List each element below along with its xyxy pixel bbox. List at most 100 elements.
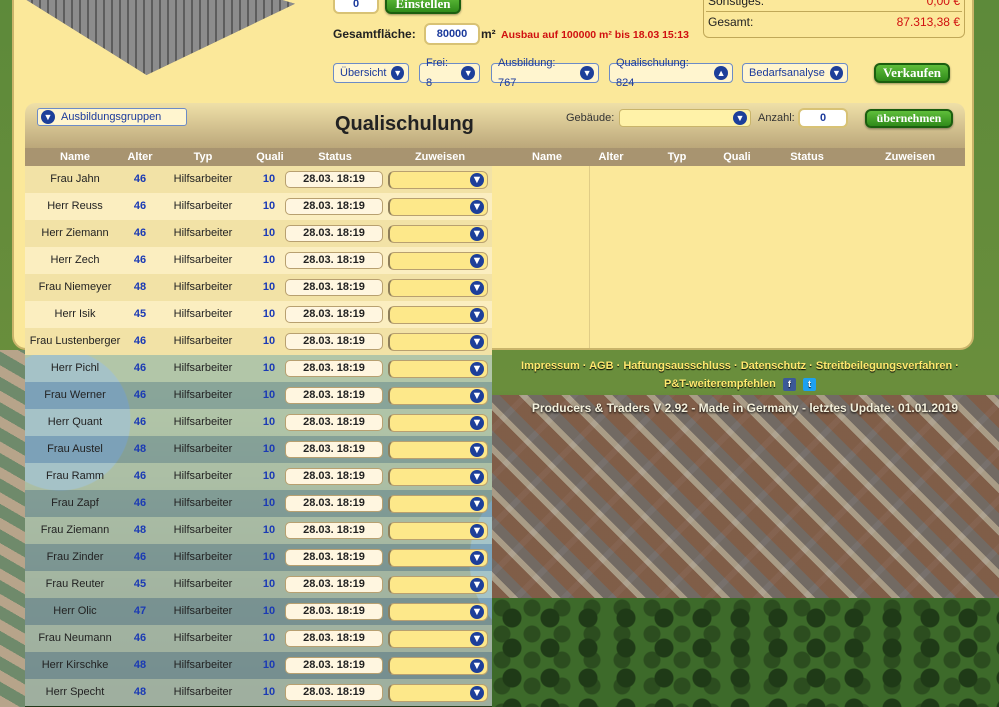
employee-age: 45 xyxy=(133,578,147,590)
tab-label: Frei: 8 xyxy=(426,57,448,89)
tab-label: Qualischulung: 824 xyxy=(616,57,689,89)
employee-name: Frau Ramm xyxy=(45,470,105,482)
tab-label: Bedarfsanalyse xyxy=(749,67,825,79)
zuweisen-select[interactable]: ▼ xyxy=(388,684,488,702)
footer-link-streitbeilegung[interactable]: Streitbeilegungsverfahren xyxy=(816,360,952,372)
zuweisen-select[interactable]: ▼ xyxy=(388,522,488,540)
chevron-down-icon: ▼ xyxy=(580,66,594,80)
chevron-down-icon: ▼ xyxy=(470,254,484,268)
status-badge: 28.03. 18:19 xyxy=(285,306,383,323)
zuweisen-select[interactable]: ▼ xyxy=(388,252,488,270)
employee-type: Hilfsarbeiter xyxy=(173,254,233,266)
unit-label: m² xyxy=(481,27,496,41)
chevron-down-icon: ▼ xyxy=(391,66,404,80)
zuweisen-select[interactable]: ▼ xyxy=(388,603,488,621)
footer-link-haftungsausschluss[interactable]: Haftungsausschluss xyxy=(623,360,731,372)
summary-label: Gesamt: xyxy=(708,15,754,29)
tab-qualischulung[interactable]: Qualischulung: 824 ▲ xyxy=(609,57,733,89)
col-status: Status xyxy=(318,151,352,163)
zuweisen-select[interactable]: ▼ xyxy=(388,630,488,648)
status-badge: 28.03. 18:19 xyxy=(285,657,383,674)
employee-type: Hilfsarbeiter xyxy=(173,389,233,401)
background-city xyxy=(492,395,999,600)
employee-age: 46 xyxy=(133,173,147,185)
zuweisen-select[interactable]: ▼ xyxy=(388,360,488,378)
status-badge: 28.03. 18:19 xyxy=(285,252,383,269)
employee-age: 48 xyxy=(133,686,147,698)
zuweisen-select[interactable]: ▼ xyxy=(388,549,488,567)
tab-frei[interactable]: Frei: 8 ▼ xyxy=(419,57,480,89)
zuweisen-select[interactable]: ▼ xyxy=(388,441,488,459)
employee-name: Herr Olic xyxy=(53,605,97,617)
employee-name: Frau Zapf xyxy=(51,497,99,509)
col-alter-right: Alter xyxy=(598,151,624,163)
footer-link-agb[interactable]: AGB xyxy=(589,360,613,372)
gebaeude-select[interactable]: ▼ xyxy=(619,109,751,127)
table-row: Herr Kirschke 48 Hilfsarbeiter 10 28.03. 18:… xyxy=(25,652,492,679)
zuweisen-select[interactable]: ▼ xyxy=(388,576,488,594)
zuweisen-select[interactable]: ▼ xyxy=(388,333,488,351)
employee-name: Frau Austel xyxy=(47,443,103,455)
employee-name: Frau Werner xyxy=(44,389,106,401)
zuweisen-select[interactable]: ▼ xyxy=(388,468,488,486)
uebernehmen-button[interactable]: übernehmen xyxy=(865,109,953,128)
footer-link-datenschutz[interactable]: Datenschutz xyxy=(741,360,806,372)
chevron-down-icon: ▼ xyxy=(41,110,55,124)
status-badge: 28.03. 18:19 xyxy=(285,360,383,377)
ausbildungsgruppen-button[interactable]: ▼ Ausbildungsgruppen xyxy=(37,108,187,126)
zuweisen-select[interactable]: ▼ xyxy=(388,414,488,432)
employee-quali: 10 xyxy=(262,659,276,671)
summary-label: Sonstiges: xyxy=(708,0,765,8)
employee-name: Herr Pichl xyxy=(50,362,100,374)
employee-type: Hilfsarbeiter xyxy=(173,686,233,698)
summary-value: 0,00 € xyxy=(926,0,960,8)
status-badge: 28.03. 18:19 xyxy=(285,684,383,701)
anzahl-input[interactable]: 0 xyxy=(798,108,848,128)
employee-name: Frau Jahn xyxy=(50,173,100,185)
employee-quali: 10 xyxy=(262,470,276,482)
zuweisen-select[interactable]: ▼ xyxy=(388,387,488,405)
tab-bedarfsanalyse[interactable]: Bedarfsanalyse ▼ xyxy=(742,63,848,83)
employee-quali: 10 xyxy=(262,200,276,212)
zuweisen-select[interactable]: ▼ xyxy=(388,495,488,513)
zuweisen-select[interactable]: ▼ xyxy=(388,657,488,675)
employee-age: 46 xyxy=(133,551,147,563)
employee-quali: 10 xyxy=(262,416,276,428)
zuweisen-select[interactable]: ▼ xyxy=(388,225,488,243)
chevron-down-icon: ▼ xyxy=(470,632,484,646)
employee-age: 46 xyxy=(133,335,147,347)
employee-type: Hilfsarbeiter xyxy=(173,173,233,185)
verkaufen-button[interactable]: Verkaufen xyxy=(874,63,950,83)
employee-quali: 10 xyxy=(262,524,276,536)
status-badge: 28.03. 18:19 xyxy=(285,225,383,242)
status-badge: 28.03. 18:19 xyxy=(285,387,383,404)
twitter-icon[interactable]: t xyxy=(802,377,816,391)
table-row: Frau Ziemann 48 Hilfsarbeiter 10 28.03. 18:1… xyxy=(25,517,492,544)
col-name-right: Name xyxy=(532,151,562,163)
employee-table: Frau Jahn 46 Hilfsarbeiter 10 28.03. 18:19 ▼ H… xyxy=(25,166,492,706)
employee-quali: 10 xyxy=(262,362,276,374)
footer-link-weiterempfehlen[interactable]: P&T-weiterempfehlen xyxy=(664,378,776,390)
zuweisen-select[interactable]: ▼ xyxy=(388,279,488,297)
summary-value: 87.313,38 € xyxy=(896,15,960,29)
tab-ausbildung[interactable]: Ausbildung: 767 ▼ xyxy=(491,57,599,89)
footer-link-impressum[interactable]: Impressum xyxy=(521,360,580,372)
chevron-down-icon: ▼ xyxy=(470,173,484,187)
column-header: Name Alter Typ Quali Status Zuweisen Nam… xyxy=(25,148,965,166)
amount-input[interactable]: 0 xyxy=(333,0,379,14)
einstellen-button[interactable]: Einstellen xyxy=(385,0,461,14)
facebook-icon[interactable]: f xyxy=(782,377,796,391)
status-badge: 28.03. 18:19 xyxy=(285,495,383,512)
zuweisen-select[interactable]: ▼ xyxy=(388,198,488,216)
chevron-down-icon: ▼ xyxy=(470,524,484,538)
employee-name: Herr Zech xyxy=(50,254,100,266)
chevron-down-icon: ▼ xyxy=(470,470,484,484)
employee-type: Hilfsarbeiter xyxy=(173,524,233,536)
employee-quali: 10 xyxy=(262,281,276,293)
tab-uebersicht[interactable]: Übersicht ▼ xyxy=(333,63,409,83)
col-zuweisen-right: Zuweisen xyxy=(884,151,936,163)
employee-age: 46 xyxy=(133,497,147,509)
zuweisen-select[interactable]: ▼ xyxy=(388,171,488,189)
zuweisen-select[interactable]: ▼ xyxy=(388,306,488,324)
chevron-down-icon: ▼ xyxy=(470,227,484,241)
